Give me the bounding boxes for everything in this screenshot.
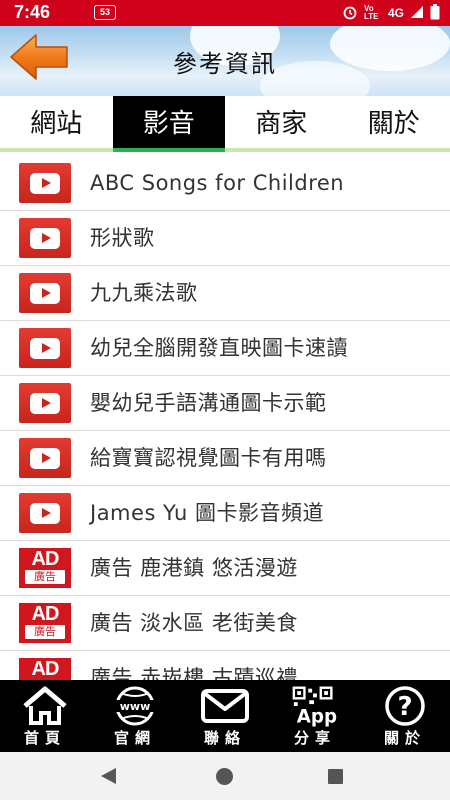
page-title: 參考資訊 [173, 50, 277, 78]
system-back-icon[interactable] [101, 768, 116, 784]
www-globe-icon: www [110, 685, 160, 727]
list-item-label: 廣告 赤崁樓 古蹟巡禮 [90, 666, 298, 680]
home-icon [20, 685, 70, 727]
tab-bar: 網站 影音 商家 關於 [0, 96, 450, 152]
youtube-icon [19, 383, 71, 423]
list-item[interactable]: 形狀歌 [0, 211, 450, 266]
youtube-icon [19, 328, 71, 368]
nav-contact[interactable]: 聯絡 [180, 680, 270, 752]
list-item[interactable]: James Yu 圖卡影音頻道 [0, 486, 450, 541]
mail-icon [200, 685, 250, 727]
list-item-label: 形狀歌 [90, 226, 155, 250]
list-item[interactable]: 給寶寶認視覺圖卡有用嗎 [0, 431, 450, 486]
system-recents-icon[interactable] [328, 769, 343, 784]
list-item-label: 給寶寶認視覺圖卡有用嗎 [90, 446, 327, 470]
bottom-nav: 首頁 www 官網 聯絡 App 分享 ? 關於 [0, 680, 450, 752]
ad-icon: AD 廣告 [19, 603, 71, 643]
list-item-label: 嬰幼兒手語溝通圖卡示範 [90, 391, 327, 415]
nav-contact-label: 聯絡 [203, 729, 246, 747]
system-home-icon[interactable] [216, 768, 233, 785]
list-item-label: ABC Songs for Children [90, 171, 345, 195]
list-item-label: 幼兒全腦開發直映圖卡速讀 [90, 336, 348, 360]
signal-icon [410, 5, 424, 22]
list-item[interactable]: AD 廣告 廣告 鹿港鎮 悠活漫遊 [0, 541, 450, 596]
status-icons: Vo LTE 4G [342, 3, 440, 23]
ad-badge-subtext: 廣告 [25, 625, 65, 639]
youtube-icon [19, 438, 71, 478]
nav-about[interactable]: ? 關於 [360, 680, 450, 752]
list-item-label: 廣告 淡水區 老街美食 [90, 611, 298, 635]
youtube-icon [19, 493, 71, 533]
tab-merchants[interactable]: 商家 [225, 96, 338, 148]
ad-icon: AD 廣告 [19, 548, 71, 588]
system-nav-bar [0, 752, 450, 800]
nav-about-label: 關於 [383, 729, 426, 747]
nav-website-label: 官網 [113, 729, 156, 747]
ad-badge-text: AD [31, 548, 60, 570]
list-item[interactable]: AD 廣告 廣告 赤崁樓 古蹟巡禮 [0, 651, 450, 680]
youtube-icon [19, 163, 71, 203]
battery-icon [430, 3, 440, 23]
tab-websites[interactable]: 網站 [0, 96, 113, 148]
qr-app-text: App [297, 706, 337, 727]
nav-website[interactable]: www 官網 [90, 680, 180, 752]
nav-home[interactable]: 首頁 [0, 680, 90, 752]
ad-badge-text: AD [31, 603, 60, 625]
nav-home-label: 首頁 [23, 729, 66, 747]
nav-share-label: 分享 [293, 729, 336, 747]
ad-icon: AD 廣告 [19, 658, 71, 680]
svg-text:?: ? [397, 692, 412, 722]
status-time: 7:46 [14, 2, 51, 22]
qr-app-icon: App [290, 685, 340, 727]
list-item[interactable]: ABC Songs for Children [0, 156, 450, 211]
video-list: ABC Songs for Children 形狀歌 九九乘法歌 幼兒全腦開發直… [0, 156, 450, 680]
youtube-icon [19, 218, 71, 258]
volte-icon: Vo LTE [363, 4, 379, 21]
list-item-label: 九九乘法歌 [90, 281, 198, 305]
tab-about[interactable]: 關於 [338, 96, 450, 148]
nav-share[interactable]: App 分享 [270, 680, 360, 752]
app-header: 參考資訊 [0, 26, 450, 96]
list-item-label: 廣告 鹿港鎮 悠活漫遊 [90, 556, 298, 580]
question-icon: ? [380, 685, 430, 727]
ad-badge-text: AD [31, 658, 60, 680]
youtube-icon [19, 273, 71, 313]
list-item[interactable]: 嬰幼兒手語溝通圖卡示範 [0, 376, 450, 431]
list-item[interactable]: AD 廣告 廣告 淡水區 老街美食 [0, 596, 450, 651]
tab-videos[interactable]: 影音 [112, 96, 225, 152]
status-bar: 7:46 53 Vo LTE 4G [0, 0, 450, 26]
list-item[interactable]: 幼兒全腦開發直映圖卡速讀 [0, 321, 450, 376]
network-label: 4G [387, 6, 404, 20]
notification-badge: 53 [94, 5, 116, 20]
list-item-label: James Yu 圖卡影音頻道 [90, 501, 324, 525]
svg-text:www: www [120, 700, 151, 713]
alarm-icon [342, 4, 358, 23]
ad-badge-subtext: 廣告 [25, 570, 65, 584]
list-item[interactable]: 九九乘法歌 [0, 266, 450, 321]
